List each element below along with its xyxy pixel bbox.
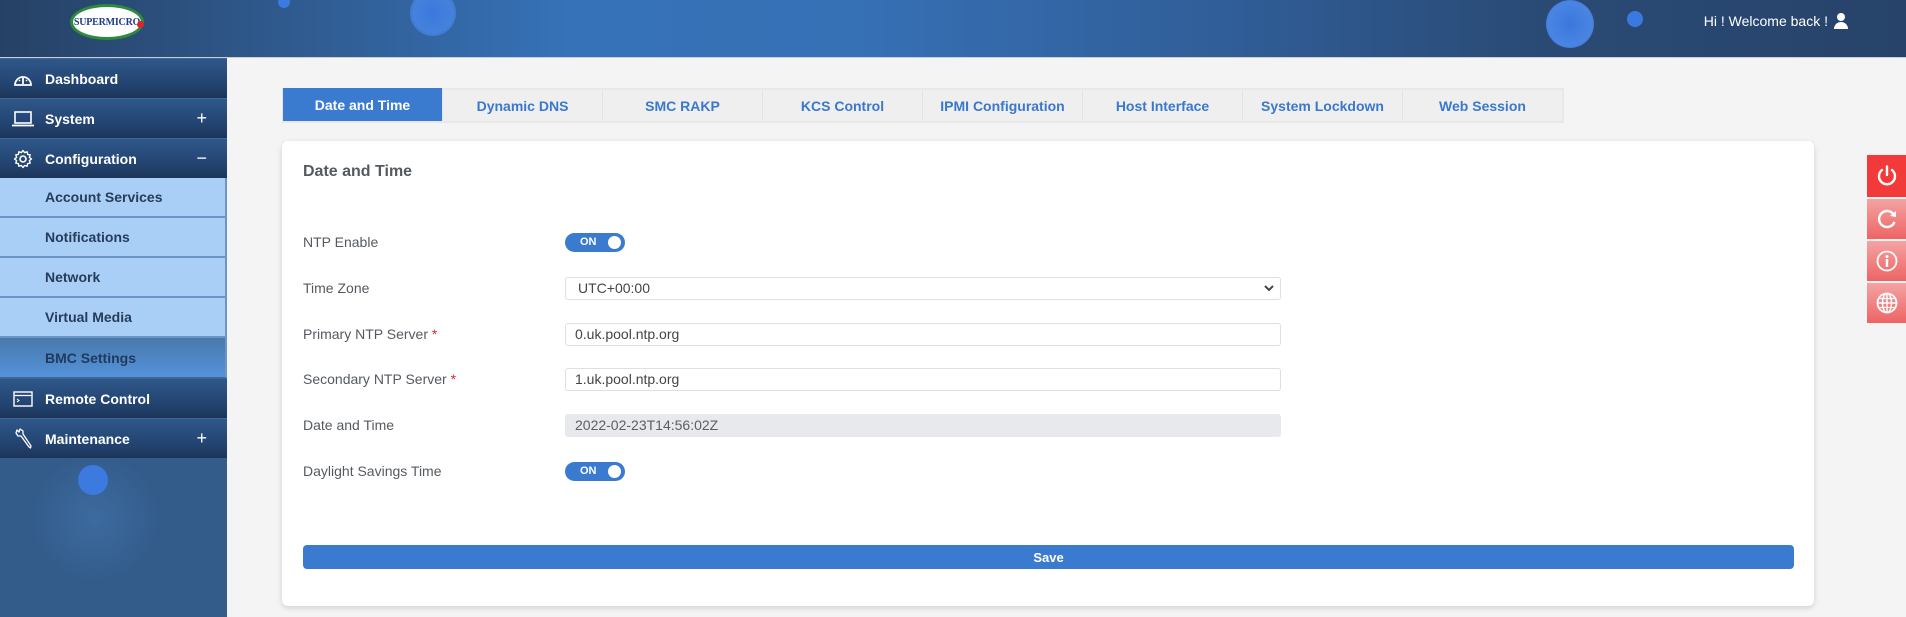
- refresh-button[interactable]: [1867, 199, 1906, 239]
- sidebar-item-label: Maintenance: [45, 430, 130, 447]
- logo-dot: [137, 21, 144, 28]
- label-text: Primary NTP Server: [303, 326, 428, 342]
- card-title: Date and Time: [303, 163, 413, 180]
- ntp-enable-toggle[interactable]: ON: [565, 232, 625, 252]
- globe-icon: [1876, 292, 1897, 314]
- refresh-icon: [1877, 209, 1896, 229]
- tab-web-session[interactable]: Web Session: [1402, 90, 1562, 121]
- welcome-area: Hi ! Welcome back !: [1704, 13, 1848, 29]
- collapse-icon[interactable]: −: [196, 148, 207, 169]
- gear-icon: [0, 149, 45, 169]
- date-time-readonly-field: 2022-02-23T14:56:02Z: [565, 413, 1281, 437]
- sidebar-item-dashboard[interactable]: Dashboard: [0, 58, 227, 98]
- tab-system-lockdown[interactable]: System Lockdown: [1242, 90, 1402, 121]
- info-button[interactable]: [1867, 241, 1906, 281]
- language-button[interactable]: [1867, 283, 1906, 323]
- decorative-bubble: [410, 0, 456, 36]
- decorative-bubble: [78, 465, 108, 495]
- toggle-state: ON: [580, 464, 597, 477]
- sidebar-subitem-virtual-media[interactable]: Virtual Media: [0, 298, 227, 338]
- primary-ntp-row: Primary NTP Server * 0.uk.pool.ntp.org: [303, 322, 1281, 346]
- secondary-ntp-input[interactable]: 1.uk.pool.ntp.org: [565, 367, 1281, 391]
- date-time-row: Date and Time 2022-02-23T14:56:02Z: [303, 413, 1281, 437]
- sidebar-subitem-bmc-settings[interactable]: BMC Settings: [0, 338, 227, 378]
- sidebar-item-label: Dashboard: [45, 70, 119, 87]
- date-time-label: Date and Time: [303, 417, 395, 433]
- dashboard-gauge-icon: [0, 71, 45, 87]
- tab-host-interface[interactable]: Host Interface: [1082, 90, 1242, 121]
- tab-ipmi-configuration[interactable]: IPMI Configuration: [922, 90, 1082, 121]
- power-icon: [1877, 165, 1896, 186]
- decorative-bubble: [1627, 11, 1643, 27]
- settings-tabs: Date and Time Dynamic DNS SMC RAKP KCS C…: [282, 88, 1564, 123]
- sidebar-item-system[interactable]: System +: [0, 98, 227, 138]
- sidebar-item-label: Remote Control: [45, 390, 150, 407]
- ntp-enable-row: NTP Enable ON: [303, 230, 625, 254]
- dst-row: Daylight Savings Time ON: [303, 459, 625, 483]
- time-zone-label: Time Zone: [303, 280, 370, 296]
- ntp-enable-label: NTP Enable: [303, 234, 379, 250]
- time-zone-value: UTC+00:00: [578, 280, 650, 296]
- expand-icon[interactable]: +: [196, 108, 207, 129]
- supermicro-logo[interactable]: SUPERMICRO: [70, 4, 144, 40]
- sidebar-item-remote-control[interactable]: Remote Control: [0, 378, 227, 418]
- secondary-ntp-label: Secondary NTP Server *: [303, 371, 565, 387]
- primary-ntp-input[interactable]: 0.uk.pool.ntp.org: [565, 322, 1281, 346]
- console-window-icon: [0, 390, 45, 407]
- time-zone-row: Time Zone UTC+00:00: [303, 276, 1281, 300]
- sidebar: Dashboard System + Configuration − Accou…: [0, 58, 227, 617]
- tab-dynamic-dns[interactable]: Dynamic DNS: [442, 90, 602, 121]
- info-icon: [1876, 250, 1897, 272]
- sidebar-item-configuration[interactable]: Configuration −: [0, 138, 227, 178]
- sidebar-item-maintenance[interactable]: Maintenance +: [0, 418, 227, 458]
- dst-toggle[interactable]: ON: [565, 461, 625, 481]
- toggle-knob: [608, 235, 621, 249]
- sidebar-subitem-account-services[interactable]: Account Services: [0, 178, 227, 218]
- required-marker: *: [450, 371, 457, 387]
- required-marker: *: [431, 326, 438, 342]
- save-button[interactable]: Save: [303, 545, 1794, 569]
- logo-text: SUPERMICRO: [73, 16, 141, 28]
- welcome-text: Hi ! Welcome back !: [1703, 13, 1828, 29]
- tab-smc-rakp[interactable]: SMC RAKP: [602, 90, 762, 121]
- sidebar-subitem-network[interactable]: Network: [0, 258, 227, 298]
- primary-ntp-label: Primary NTP Server *: [303, 326, 565, 342]
- chevron-down-icon: [1264, 284, 1274, 291]
- quick-actions: [1867, 155, 1906, 325]
- power-button[interactable]: [1867, 155, 1906, 197]
- decorative-bubble: [278, 0, 290, 8]
- sidebar-item-label: Configuration: [45, 150, 137, 167]
- toggle-knob: [608, 464, 621, 478]
- time-zone-select[interactable]: UTC+00:00: [565, 276, 1281, 300]
- sidebar-subitem-notifications[interactable]: Notifications: [0, 218, 227, 258]
- laptop-icon: [0, 110, 45, 127]
- decorative-bubble: [1546, 0, 1594, 48]
- expand-icon[interactable]: +: [196, 428, 207, 449]
- label-text: Secondary NTP Server: [303, 371, 447, 387]
- tab-date-and-time[interactable]: Date and Time: [282, 88, 442, 121]
- wrench-icon: [0, 427, 45, 450]
- user-icon[interactable]: [1834, 13, 1848, 29]
- toggle-state: ON: [580, 235, 597, 248]
- dst-label: Daylight Savings Time: [303, 463, 442, 479]
- sidebar-item-label: System: [45, 110, 95, 127]
- secondary-ntp-row: Secondary NTP Server * 1.uk.pool.ntp.org: [303, 367, 1281, 391]
- top-header: SUPERMICRO Hi ! Welcome back !: [0, 0, 1906, 58]
- date-time-card: Date and Time NTP Enable ON Time Zone UT…: [282, 141, 1814, 606]
- tab-kcs-control[interactable]: KCS Control: [762, 90, 922, 121]
